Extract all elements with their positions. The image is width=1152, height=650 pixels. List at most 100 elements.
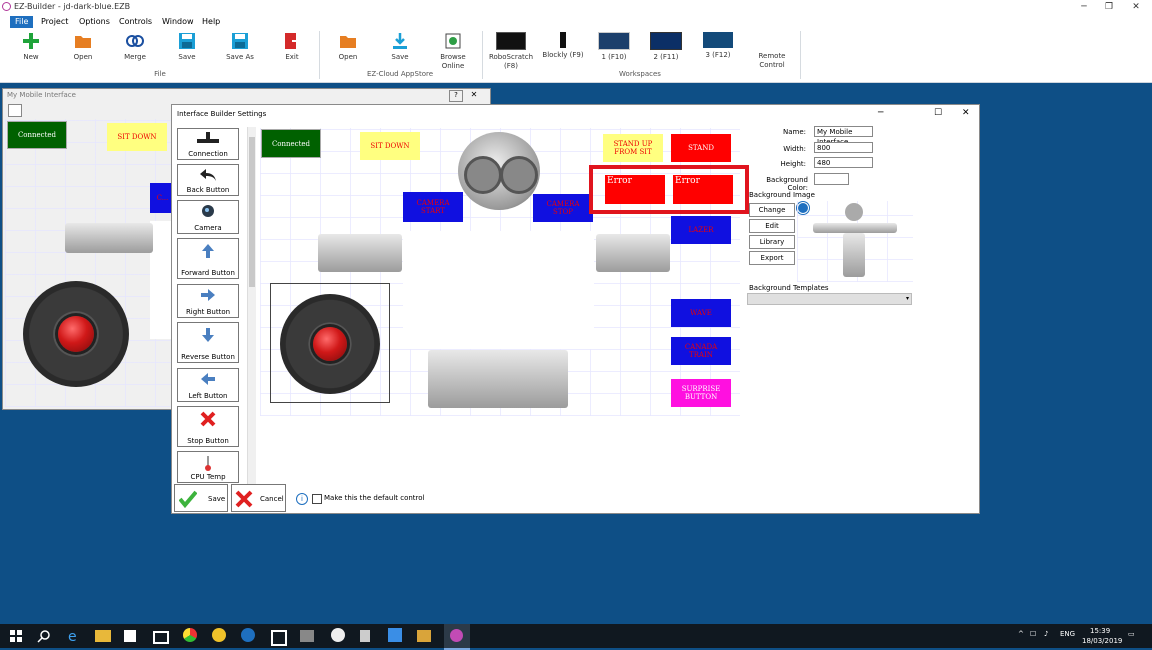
height-field[interactable]: 480 (814, 157, 873, 168)
exit-button[interactable]: Exit (268, 32, 316, 62)
chevron-down-icon: ▾ (905, 295, 909, 302)
mail-icon[interactable] (153, 631, 169, 644)
network-icon[interactable]: ☐ (1030, 630, 1036, 638)
export-button[interactable]: Export (749, 251, 795, 265)
close-button[interactable]: ✕ (1126, 1, 1146, 13)
camera-start-line-2: START (421, 207, 445, 215)
name-field[interactable]: My Mobile Interface (814, 126, 873, 146)
ez-builder-icon (450, 629, 463, 642)
minimize-button[interactable]: ─ (1074, 1, 1094, 13)
file-explorer-icon[interactable] (95, 630, 111, 642)
settings-minimize-button[interactable]: ─ (878, 108, 883, 118)
cloud-save-button[interactable]: Save (376, 32, 424, 62)
windows-start-icon[interactable] (8, 628, 24, 644)
tool-left-button[interactable]: Left Button (177, 368, 239, 402)
canvas-lazer-button[interactable]: LAZER (671, 216, 731, 244)
notifications-icon[interactable]: ▭ (1128, 630, 1135, 638)
camera-lens-icon (202, 205, 214, 217)
tool-camera[interactable]: Camera (177, 200, 239, 234)
menu-project[interactable]: Project (36, 16, 73, 28)
mobile-sit-down-button[interactable]: SIT DOWN (107, 123, 167, 151)
mobile-help-button[interactable]: ? (449, 90, 463, 102)
restore-button[interactable]: ❐ (1099, 1, 1119, 13)
robot-legs-image (428, 350, 568, 408)
tool-back-button[interactable]: Back Button (177, 164, 239, 196)
language-indicator[interactable]: ENG (1060, 630, 1075, 638)
canvas-stand-up-button[interactable]: STAND UP FROM SIT (603, 134, 663, 162)
workspace-2-button[interactable]: 2 (F11) (644, 32, 688, 62)
blockly-button[interactable]: Blockly (F9) (539, 32, 587, 60)
menu-window[interactable]: Window (157, 16, 199, 28)
roboscratch-button[interactable]: RoboScratch (F8) (486, 32, 536, 71)
edit-image-button[interactable]: Edit (749, 219, 795, 233)
search-icon[interactable] (36, 628, 52, 644)
tool-connection[interactable]: Connection (177, 128, 239, 160)
workspace-3-button[interactable]: 3 (F12) (696, 32, 740, 60)
remote-desktop-icon[interactable] (300, 630, 314, 642)
templates-dropdown[interactable]: ▾ (747, 293, 912, 305)
mobile-joystick-knob[interactable] (58, 316, 94, 352)
tool-cpu-temp[interactable]: CPU Temp (177, 451, 239, 483)
store-icon[interactable] (124, 630, 136, 642)
media-player-icon[interactable] (417, 630, 431, 642)
tool-right-button[interactable]: Right Button (177, 284, 239, 318)
joystick-knob[interactable] (313, 327, 347, 361)
remote-control-button[interactable]: Remote Control (748, 52, 796, 70)
toolbox-scrollbar[interactable] (247, 127, 256, 485)
itunes-icon[interactable] (331, 628, 345, 642)
clock-date[interactable]: 18/03/2019 (1082, 637, 1122, 645)
norton-icon[interactable] (212, 628, 226, 642)
app-icon-blue[interactable] (388, 628, 402, 642)
canvas-camera-stop-button[interactable]: CAMERA STOP (533, 194, 593, 222)
volume-icon[interactable]: ♪ (1044, 630, 1048, 638)
width-field[interactable]: 800 (814, 142, 873, 153)
toolbox-scroll-thumb[interactable] (249, 137, 255, 287)
canvas-surprise-button[interactable]: SURPRISE BUTTON (671, 379, 731, 407)
canvas-stand-button[interactable]: STAND (671, 134, 731, 162)
settings-close-button[interactable]: ✕ (962, 108, 970, 118)
canvas-wave-button[interactable]: WAVE (671, 299, 731, 327)
menu-help[interactable]: Help (197, 16, 225, 28)
taskbar-active-app[interactable] (444, 624, 470, 650)
workspace-3-thumbnail (703, 32, 733, 48)
canvas-connected-button[interactable]: Connected (261, 129, 321, 158)
mobile-close-button[interactable]: ✕ (467, 90, 481, 100)
chrome-icon[interactable] (183, 628, 197, 642)
cancel-button[interactable]: Cancel (231, 484, 286, 512)
snipping-tool-icon[interactable] (271, 630, 287, 646)
canvas-canada-train-button[interactable]: CANADA TRAIN (671, 337, 731, 365)
edge-browser-icon[interactable]: e (66, 628, 82, 644)
tool-stop-button[interactable]: Stop Button (177, 406, 239, 447)
save-ribbon-button[interactable]: Save (163, 32, 211, 62)
audio-app-icon[interactable] (360, 630, 370, 642)
menu-options[interactable]: Options (74, 16, 115, 28)
save-as-button[interactable]: Save As (216, 32, 264, 62)
new-button[interactable]: New (7, 32, 55, 62)
settings-maximize-button[interactable]: ☐ (934, 108, 942, 118)
menu-controls[interactable]: Controls (114, 16, 157, 28)
save-button[interactable]: Save (174, 484, 228, 512)
name-label: Name: (782, 128, 806, 136)
open-button[interactable]: Open (59, 32, 107, 62)
tool-forward-button[interactable]: Forward Button (177, 238, 239, 279)
change-image-button[interactable]: Change (749, 203, 795, 217)
tool-reverse-button[interactable]: Reverse Button (177, 322, 239, 363)
canvas-camera-start-button[interactable]: CAMERA START (403, 192, 463, 222)
workspace-1-button[interactable]: 1 (F10) (592, 32, 636, 62)
library-button[interactable]: Library (749, 235, 795, 249)
mobile-connected-button[interactable]: Connected (7, 121, 67, 149)
height-label: Height: (780, 160, 807, 168)
tray-chevron-icon[interactable]: ^ (1018, 630, 1024, 638)
menu-file[interactable]: File (10, 16, 34, 28)
browse-online-button[interactable]: Browse Online (429, 32, 477, 71)
merge-button[interactable]: Merge (111, 32, 159, 62)
clock-time[interactable]: 15:39 (1090, 627, 1110, 635)
bgcolor-swatch[interactable] (814, 173, 849, 185)
camera-snapshot-icon[interactable] (8, 104, 22, 117)
default-control-checkbox[interactable] (312, 494, 322, 504)
canvas-sit-down-button[interactable]: SIT DOWN (360, 132, 420, 160)
cloud-open-button[interactable]: Open (324, 32, 372, 62)
skype-icon[interactable] (241, 628, 255, 642)
help-icon[interactable]: i (296, 493, 308, 505)
taskbar (0, 624, 1152, 648)
